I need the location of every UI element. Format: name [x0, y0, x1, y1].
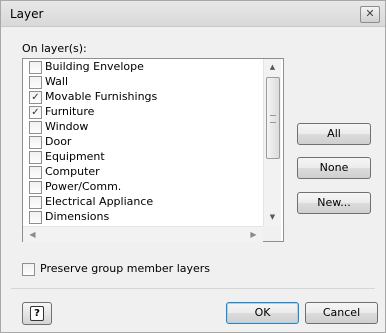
layer-list-item[interactable]: ✓ Movable Furnishings — [26, 90, 261, 105]
scroll-left-button[interactable]: ◀ — [25, 227, 40, 242]
layer-list-item[interactable]: Wall — [26, 75, 261, 90]
layer-label: Door — [45, 135, 72, 148]
layer-checkbox[interactable] — [29, 196, 42, 209]
ok-button[interactable]: OK — [226, 302, 299, 324]
layer-list-item[interactable]: Computer — [26, 165, 261, 180]
arrow-right-icon: ▶ — [250, 230, 257, 239]
close-icon: ✕ — [365, 7, 375, 20]
layer-list-item[interactable]: ✓ Furniture — [26, 105, 261, 120]
preserve-label: Preserve group member layers — [40, 262, 211, 275]
layer-checkbox[interactable] — [29, 76, 42, 89]
arrow-left-icon: ◀ — [29, 230, 36, 239]
scroll-down-button[interactable]: ▼ — [264, 209, 281, 226]
layer-list-item[interactable]: Door — [26, 135, 261, 150]
layer-checkbox[interactable] — [29, 181, 42, 194]
layer-list: Building Envelope Wall ✓ Movable Furnishing… — [23, 59, 263, 226]
scroll-right-button[interactable]: ▶ — [246, 227, 261, 242]
layer-checkbox[interactable] — [29, 211, 42, 224]
layer-list-item[interactable]: Dimensions — [26, 210, 261, 225]
layer-label: Wall — [45, 75, 69, 88]
separator — [11, 288, 375, 289]
layer-label: Power/Comm. — [45, 180, 122, 193]
layer-label: Building Envelope — [45, 60, 144, 73]
layer-checkbox[interactable]: ✓ — [29, 106, 42, 119]
help-button[interactable]: ? — [22, 302, 52, 325]
layer-dialog: Layer ✕ On layer(s): Building Envelope Wa… — [0, 0, 386, 333]
layer-checkbox[interactable]: ✓ — [29, 91, 42, 104]
close-button[interactable]: ✕ — [360, 6, 380, 23]
layer-list-item[interactable]: Building Envelope — [26, 60, 261, 75]
layer-checkbox[interactable] — [29, 61, 42, 74]
layer-label: Equipment — [45, 150, 105, 163]
all-button[interactable]: All — [297, 123, 371, 145]
new-button[interactable]: New... — [297, 192, 371, 214]
layer-list-item[interactable]: Window — [26, 120, 261, 135]
layer-listbox[interactable]: Building Envelope Wall ✓ Movable Furnishing… — [22, 58, 284, 242]
layer-label: Computer — [45, 165, 100, 178]
layer-checkbox[interactable] — [29, 121, 42, 134]
layer-checkbox[interactable] — [29, 151, 42, 164]
layer-label: Furniture — [45, 105, 95, 118]
horizontal-scrollbar[interactable]: ◀ ▶ — [23, 226, 263, 242]
arrow-up-icon: ▲ — [269, 63, 276, 71]
layer-label: Electrical Appliance — [45, 195, 154, 208]
window-title: Layer — [10, 7, 44, 21]
help-icon: ? — [30, 306, 44, 321]
grip-icon — [270, 115, 276, 123]
preserve-checkbox[interactable] — [22, 263, 35, 276]
layer-list-item[interactable]: Equipment — [26, 150, 261, 165]
layer-label: Dimensions — [45, 210, 110, 223]
layer-label: Window — [45, 120, 89, 133]
on-layer-label: On layer(s): — [22, 42, 87, 55]
layer-label: Movable Furnishings — [45, 90, 158, 103]
cancel-button[interactable]: Cancel — [305, 302, 378, 324]
layer-checkbox[interactable] — [29, 166, 42, 179]
scroll-up-button[interactable]: ▲ — [264, 59, 281, 76]
title-bar: Layer ✕ — [1, 1, 385, 27]
layer-list-item[interactable]: Power/Comm. — [26, 180, 261, 195]
layer-checkbox[interactable] — [29, 136, 42, 149]
scroll-corner — [263, 226, 281, 241]
vertical-scrollbar[interactable]: ▲ ▼ — [263, 59, 281, 226]
arrow-down-icon: ▼ — [269, 213, 276, 221]
scroll-thumb[interactable] — [266, 77, 280, 159]
layer-list-item[interactable]: Electrical Appliance — [26, 195, 261, 210]
none-button[interactable]: None — [297, 157, 371, 179]
